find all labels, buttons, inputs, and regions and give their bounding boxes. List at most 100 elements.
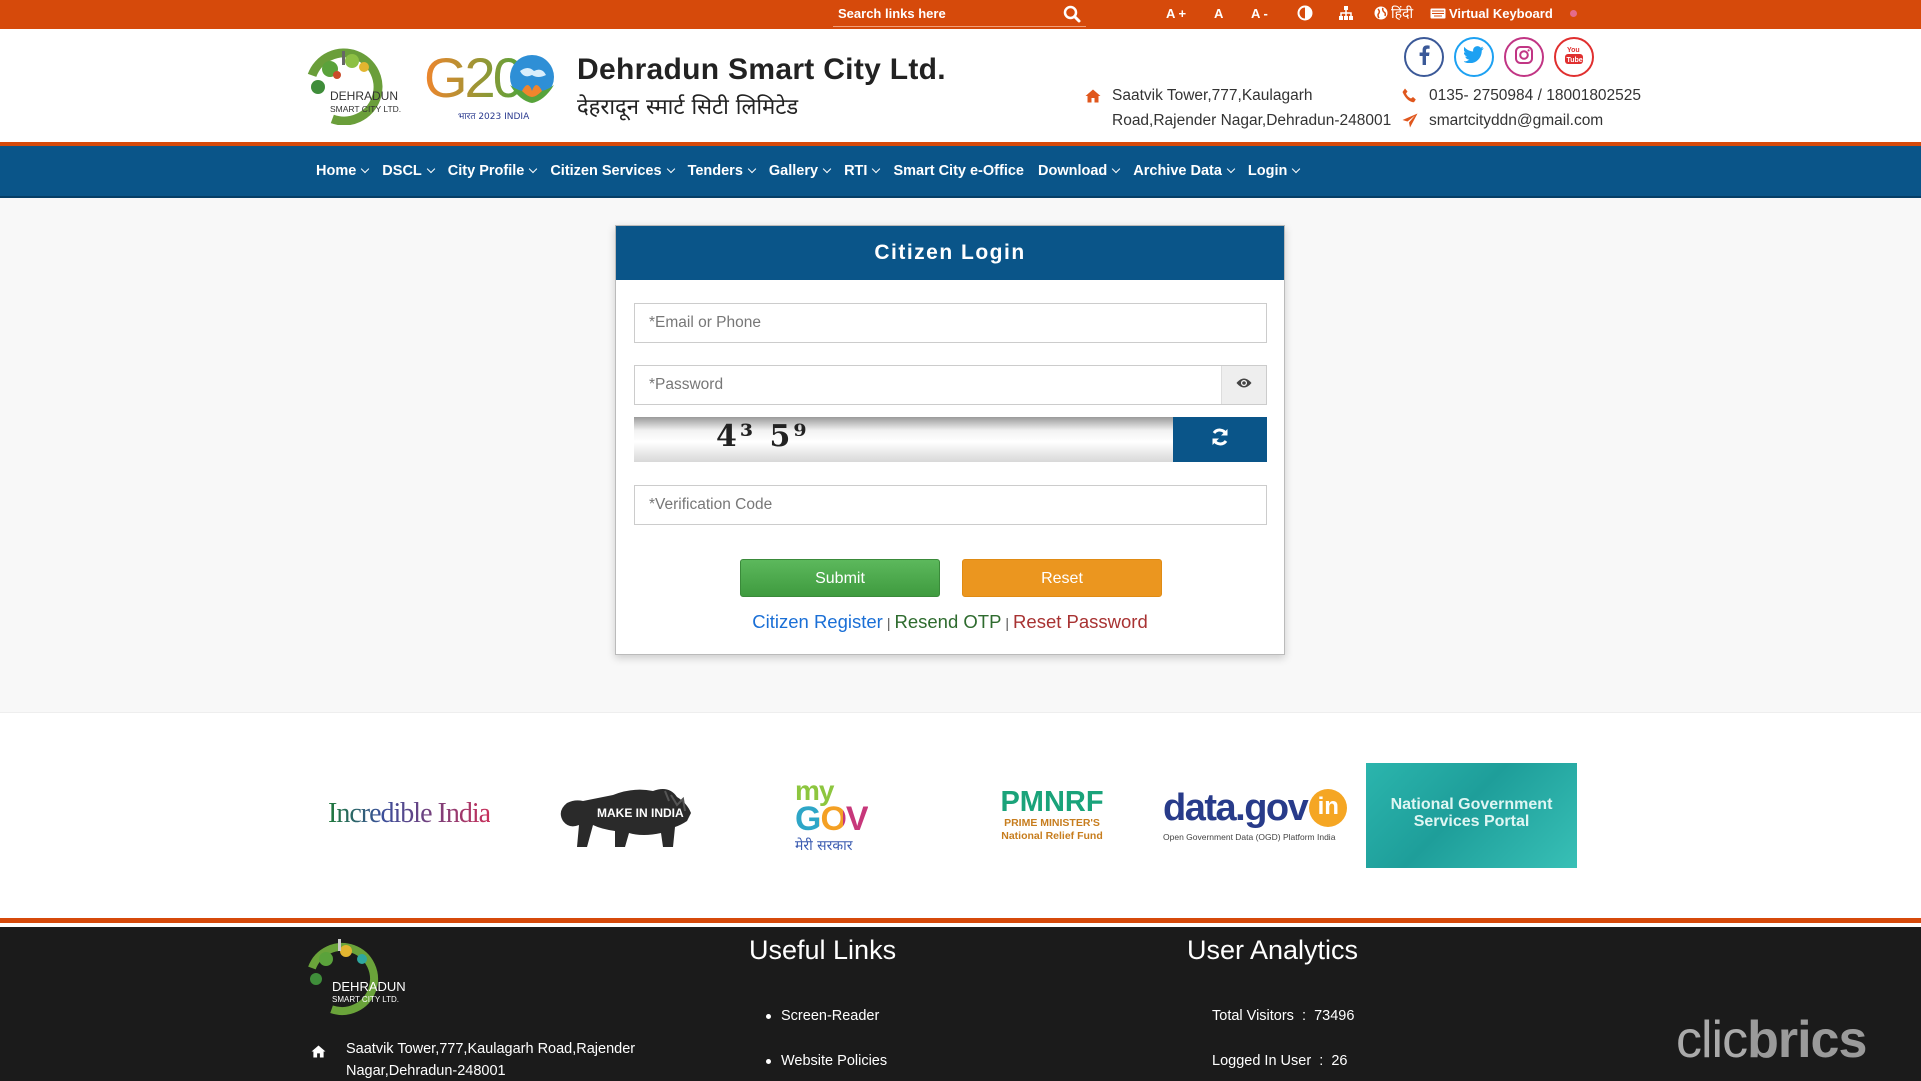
svg-text:SMART CITY LTD.: SMART CITY LTD. [330,104,401,114]
refresh-captcha-button[interactable] [1173,417,1267,462]
citizen-login-card: Citizen Login 4³ 5⁹ Submit Reset Citizen… [615,225,1285,655]
instagram-link[interactable] [1504,37,1544,77]
home-icon [1085,89,1101,105]
resend-otp-link[interactable]: Resend OTP [894,611,1001,632]
facebook-icon [1418,44,1430,70]
search-box [833,0,1086,27]
nav-item-rti[interactable]: RTI [844,163,881,179]
site-title-hindi: देहरादून स्मार्ट सिटी लिमिटेड [577,95,799,120]
bullet [766,1013,771,1019]
notification-dot [1570,10,1577,17]
nav-item-label: Gallery [768,163,819,179]
nav-item-label: Smart City e-Office [893,163,1024,179]
captcha-text: 4³ 5⁹ [716,419,810,454]
nav-item-login[interactable]: Login [1248,163,1301,179]
useful-link-item[interactable]: Website Policies [766,1053,887,1069]
useful-link-item[interactable]: Screen-Reader [766,1008,879,1024]
twitter-link[interactable] [1454,37,1494,77]
facebook-link[interactable] [1404,37,1444,77]
pmnrf-sub2: National Relief Fund [1001,830,1103,842]
useful-links-heading: Useful Links [749,935,897,965]
site-header: DEHRADUN SMART CITY LTD. G20 भारत 2023 I… [0,29,1921,142]
sitemap-icon[interactable] [1338,5,1354,25]
chevron-down-icon [666,164,675,174]
language-toggle[interactable]: हिंदी [1374,4,1413,24]
svg-text:You: You [1567,47,1580,54]
virtual-keyboard-label: Virtual Keyboard [1449,6,1553,21]
datagov-text: data.gov [1163,787,1309,829]
header-email[interactable]: smartcityddn@gmail.com [1429,112,1603,130]
login-links: Citizen Register | Resend OTP | Reset Passwo… [616,611,1284,633]
header-phone[interactable]: 0135- 2750984 / 18001802525 [1429,87,1641,105]
nav-item-label: Citizen Services [550,163,662,179]
datagov-sub: Open Government Data (OGD) Platform Indi… [1163,832,1336,842]
partner-logos-strip: Incredible India MAKE IN INDIA my GOV मे… [0,712,1921,918]
total-visitors-value: 73496 [1314,1008,1355,1024]
font-decrease-button[interactable]: A - [1251,4,1268,24]
incredible-india-logo[interactable]: Incredible India [328,798,491,830]
header-address-line1: Saatvik Tower,777,Kaulagarh [1112,87,1313,104]
dscl-logo[interactable]: DEHRADUN SMART CITY LTD. [302,47,410,126]
nav-item-citizen-services[interactable]: Citizen Services [550,163,675,179]
chevron-down-icon [822,164,832,174]
data-gov-in-logo[interactable]: data.gov in Open Government Data (OGD) P… [1163,788,1358,842]
clicbrics-watermark: clicbrics [1676,1011,1867,1069]
email-field-wrapper [634,303,1267,343]
nav-item-label: Tenders [687,163,743,179]
nav-item-label: Archive Data [1133,163,1222,179]
g20-logo: G20 भारत 2023 INDIA [424,45,559,125]
ngsp-line2: Services Portal [1413,813,1530,830]
password-field-wrapper [634,365,1267,405]
mygov-hindi-text: मेरी सरकार [795,838,853,854]
footer-address-line1: Saatvik Tower,777,Kaulagarh Road,Rajende… [346,1041,636,1057]
svg-text:G20: G20 [424,46,522,109]
phone-icon [1402,88,1418,104]
reset-password-link[interactable]: Reset Password [1013,611,1148,632]
font-normal-button[interactable]: A [1214,4,1223,24]
password-input[interactable] [635,366,1222,404]
ngsp-line1: National Government [1390,796,1553,813]
contrast-icon[interactable] [1297,5,1313,25]
youtube-link[interactable]: You Tube [1554,37,1594,77]
mygov-gov-text: GOV [795,800,869,838]
font-increase-button[interactable]: A + [1166,4,1186,24]
nav-item-city-profile[interactable]: City Profile [448,163,538,179]
email-or-phone-input[interactable] [635,304,1266,342]
virtual-keyboard-button[interactable]: Virtual Keyboard [1430,4,1553,24]
search-icon[interactable] [1062,4,1082,24]
citizen-register-link[interactable]: Citizen Register [752,611,883,632]
nav-item-home[interactable]: Home [316,163,370,179]
refresh-icon [1210,427,1230,452]
svg-text:SMART CITY LTD.: SMART CITY LTD. [332,995,399,1004]
nav-item-archive-data[interactable]: Archive Data [1133,163,1236,179]
svg-text:Tube: Tube [1567,57,1583,64]
nav-item-tenders[interactable]: Tenders [687,163,757,179]
verification-code-input[interactable] [635,486,1266,524]
nav-item-gallery[interactable]: Gallery [768,163,832,179]
chevron-down-icon [426,164,436,174]
svg-text:DEHRADUN: DEHRADUN [332,979,406,994]
make-in-india-logo[interactable]: MAKE IN INDIA [553,781,698,851]
pmnrf-logo[interactable]: PMNRF PRIME MINISTER'S National Relief F… [992,787,1112,843]
chevron-down-icon [361,164,370,174]
nav-item-label: DSCL [382,163,422,179]
svg-text:DEHRADUN: DEHRADUN [330,89,398,103]
instagram-icon [1515,45,1533,69]
pmnrf-sub1: PRIME MINISTER'S [1004,817,1100,829]
nav-item-dscl[interactable]: DSCL [382,163,436,179]
nav-item-smart-city-e-office[interactable]: Smart City e-Office [893,163,1024,179]
submit-button[interactable]: Submit [740,559,940,597]
reset-button[interactable]: Reset [962,559,1162,597]
show-password-toggle[interactable] [1221,366,1266,404]
footer-dscl-logo[interactable]: DEHRADUN SMART CITY LTD. [302,937,412,1017]
chevron-down-icon [747,164,757,174]
twitter-icon [1463,46,1484,68]
total-visitors-row: Total Visitors : 73496 [1212,1008,1355,1024]
chevron-down-icon [1112,164,1121,174]
mygov-logo[interactable]: my GOV मेरी सरकार [795,777,895,858]
search-input[interactable] [838,2,1048,24]
nav-item-download[interactable]: Download [1038,163,1121,179]
nav-item-label: Home [316,163,357,179]
footer-home-icon [311,1045,326,1063]
ngsp-logo[interactable]: National Government Services Portal [1366,763,1577,868]
